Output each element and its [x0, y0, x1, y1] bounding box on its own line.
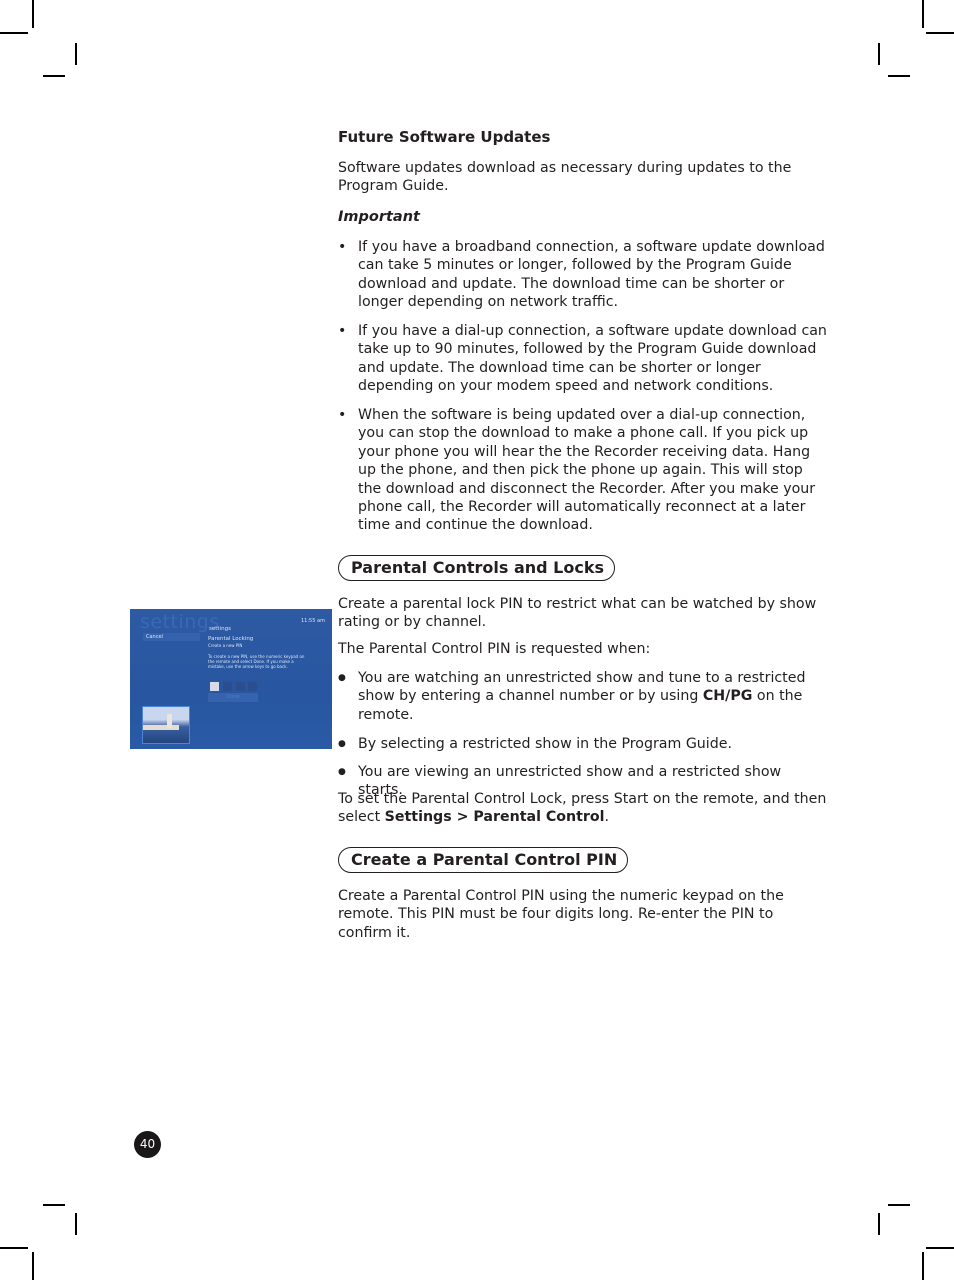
- crop-mark: [888, 75, 910, 77]
- tv-cancel-button: Cancel: [143, 633, 200, 641]
- tv-done-button: Done: [208, 693, 258, 702]
- software-updates-intro: Software updates download as necessary d…: [338, 160, 792, 195]
- tv-instructions: mistake, use the arrow keys to go back.: [208, 664, 288, 669]
- crop-mark: [878, 1213, 880, 1235]
- bullet-icon: •: [338, 323, 347, 339]
- tv-title: Parental Locking: [208, 636, 254, 642]
- crop-mark: [75, 1213, 77, 1235]
- crop-mark: [926, 32, 954, 34]
- bullet-icon: •: [338, 407, 347, 423]
- tv-header: settings: [209, 626, 231, 632]
- crop-mark: [926, 1247, 954, 1249]
- bullet-icon: •: [338, 239, 347, 255]
- parental-controls-intro: Create a parental lock PIN to restrict w…: [338, 596, 817, 631]
- list-item: ● By selecting a restricted show in the …: [338, 736, 732, 752]
- list-item: ● You are watching an unrestricted show …: [338, 670, 806, 723]
- crop-mark: [888, 1204, 910, 1206]
- crop-mark: [32, 1252, 34, 1280]
- tv-pin-digit-box: [210, 682, 219, 691]
- list-item: • If you have a broadband connection, a …: [338, 239, 825, 311]
- tv-pin-digit-box: [223, 682, 232, 691]
- list-item: • If you have a dial-up connection, a so…: [338, 323, 827, 395]
- tv-lighthouse-thumbnail: [142, 706, 190, 744]
- section-heading-software-updates: Future Software Updates: [338, 128, 551, 146]
- crop-mark: [43, 1204, 65, 1206]
- pin-requested-when: The Parental Control PIN is requested wh…: [338, 641, 651, 657]
- bullet-icon: ●: [338, 673, 346, 683]
- crop-mark: [0, 1247, 28, 1249]
- tv-pin-digit-box: [248, 682, 257, 691]
- section-heading-parental-controls: Parental Controls and Locks: [338, 555, 616, 581]
- crop-mark: [43, 75, 65, 77]
- bullet-icon: ●: [338, 767, 346, 777]
- crop-mark: [32, 0, 34, 28]
- page-number: 40: [134, 1131, 161, 1158]
- crop-mark: [0, 32, 28, 34]
- crop-mark: [75, 43, 77, 65]
- crop-mark: [878, 43, 880, 65]
- create-pin-body: Create a Parental Control PIN using the …: [338, 888, 784, 941]
- tv-background-word: settings: [140, 611, 220, 633]
- section-heading-create-pin: Create a Parental Control PIN: [338, 847, 629, 873]
- tv-pin-digit-box: [236, 682, 245, 691]
- crop-mark: [922, 0, 924, 28]
- parental-lock-instruction: To set the Parental Control Lock, press …: [338, 791, 827, 826]
- list-item: • When the software is being updated ove…: [338, 407, 816, 534]
- bullet-icon: ●: [338, 739, 346, 749]
- crop-mark: [922, 1252, 924, 1280]
- tv-time: 11:55 am: [301, 618, 325, 624]
- important-label: Important: [338, 209, 420, 225]
- tv-subtitle: Create a new PIN: [208, 643, 243, 648]
- tv-screenshot-parental-locking: settings settings 11:55 am Cancel Parent…: [130, 609, 332, 749]
